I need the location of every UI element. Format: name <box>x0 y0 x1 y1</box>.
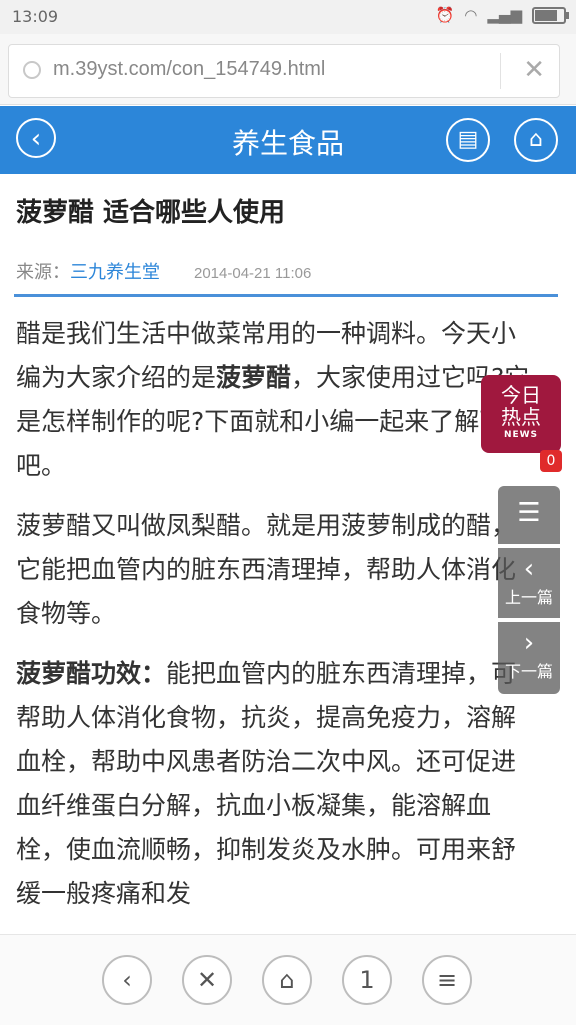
status-bar: 13:09 ⏰ ◠ ▂▄▆ <box>0 0 576 34</box>
chevron-right-icon: › <box>523 628 535 658</box>
source-label: 来源： <box>16 262 70 283</box>
paragraph-2: 菠萝醋又叫做凤梨醋。就是用菠萝制成的醋，它能把血管内的脏东西清理掉，帮助人体消化… <box>16 511 517 628</box>
url-divider <box>500 53 501 89</box>
home-button[interactable]: ⌂ <box>514 118 558 162</box>
news-line2: 热点 <box>501 405 541 429</box>
publish-date: 2014-04-21 11:06 <box>194 265 312 282</box>
comment-button[interactable]: ☰ <box>498 486 560 544</box>
comment-icon: ☰ <box>517 498 541 528</box>
prev-article-button[interactable]: ‹ 上一篇 <box>498 548 560 618</box>
article-meta: 来源：三九养生堂 2014-04-21 11:06 <box>16 258 311 284</box>
chevron-left-icon: ‹ <box>523 554 535 584</box>
browser-address-bar: m.39yst.com/con_154749.html ✕ <box>0 34 576 105</box>
hot-news-button[interactable]: 今日 热点 NEWS <box>481 375 561 453</box>
nav-tabs-button[interactable]: 1 <box>342 955 392 1005</box>
next-article-button[interactable]: › 下一篇 <box>498 622 560 694</box>
article-title: 菠萝醋 适合哪些人使用 <box>16 198 286 228</box>
battery-icon <box>532 6 569 24</box>
status-icons: ⏰ ◠ ▂▄▆ <box>435 6 569 24</box>
paragraph-3: 菠萝醋功效：能把血管内的脏东西清理掉，可帮助人体消化食物，抗炎，提高免疫力，溶解… <box>16 659 517 908</box>
article-body: 醋是我们生活中做菜常用的一种调料。今天小编为大家介绍的是菠萝醋，大家使用过它吗?… <box>16 312 538 932</box>
status-time: 13:09 <box>12 7 59 26</box>
source-link[interactable]: 三九养生堂 <box>70 262 160 283</box>
news-count-badge: 0 <box>540 450 562 472</box>
next-label: 下一篇 <box>504 662 553 681</box>
alarm-icon: ⏰ <box>435 6 455 24</box>
signal-icon: ▂▄▆ <box>487 6 522 24</box>
news-tag: NEWS <box>503 430 539 440</box>
browser-bottom-bar: ‹ ✕ ⌂ 1 ≡ <box>0 934 576 1025</box>
news-line1: 今日 <box>501 383 541 407</box>
globe-icon <box>23 61 41 79</box>
paragraph-1: 醋是我们生活中做菜常用的一种调料。今天小编为大家介绍的是菠萝醋，大家使用过它吗?… <box>16 319 530 480</box>
url-text[interactable]: m.39yst.com/con_154749.html <box>53 58 325 81</box>
divider <box>14 294 558 297</box>
prev-label: 上一篇 <box>504 588 553 607</box>
page-header: ‹ 养生食品 ▤ ⌂ <box>0 106 576 174</box>
wifi-icon: ◠ <box>464 6 478 24</box>
url-box[interactable]: m.39yst.com/con_154749.html ✕ <box>8 44 560 98</box>
nav-menu-button[interactable]: ≡ <box>422 955 472 1005</box>
nav-close-button[interactable]: ✕ <box>182 955 232 1005</box>
nav-back-button[interactable]: ‹ <box>102 955 152 1005</box>
list-button[interactable]: ▤ <box>446 118 490 162</box>
close-icon[interactable]: ✕ <box>523 55 545 85</box>
nav-home-button[interactable]: ⌂ <box>262 955 312 1005</box>
